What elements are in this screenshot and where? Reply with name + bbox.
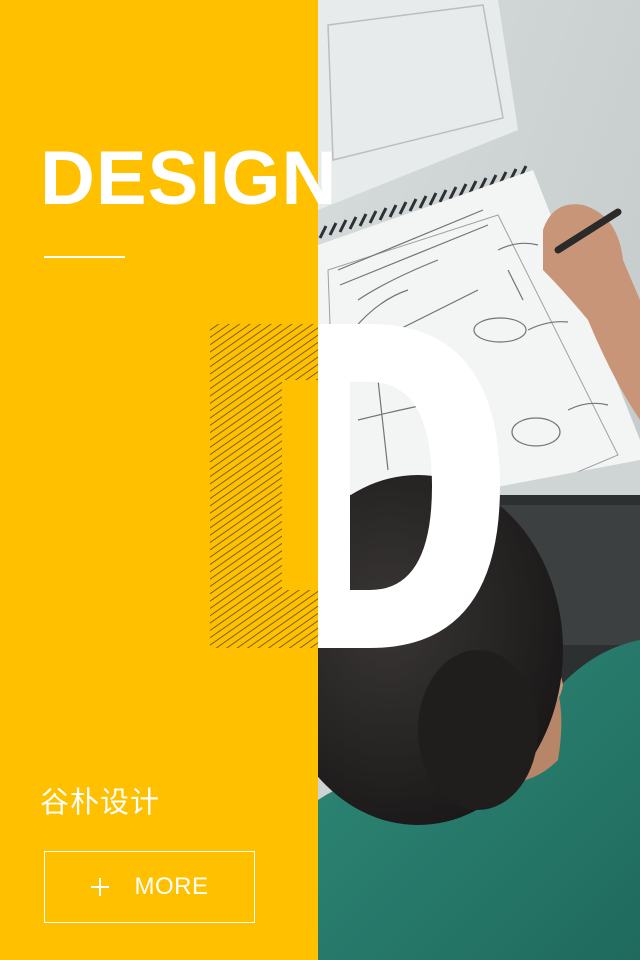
page-title: DESIGN [40, 136, 338, 221]
big-letter-graphic: D [210, 324, 500, 648]
brand-name: 谷朴设计 [40, 785, 161, 819]
more-button[interactable]: MORE [44, 851, 255, 923]
big-letter-d [318, 324, 500, 648]
design-hero-page: D DESIGN 谷朴设计 MORE [0, 0, 640, 960]
title-divider [44, 256, 125, 258]
more-button-label: MORE [134, 873, 209, 900]
plus-icon [90, 878, 109, 896]
